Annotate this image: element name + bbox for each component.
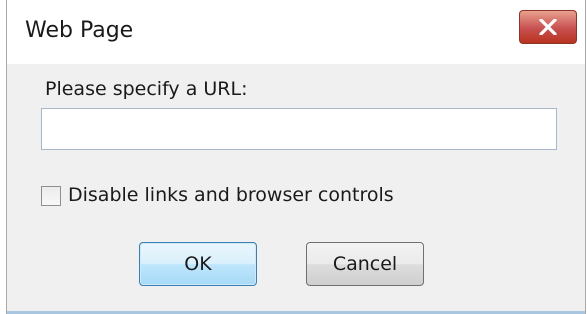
title-bar: Web Page xyxy=(7,0,585,64)
close-button[interactable] xyxy=(519,10,577,44)
close-x-icon xyxy=(539,19,557,35)
dialog-content: Please specify a URL: Disable links and … xyxy=(7,64,585,314)
dialog-title: Web Page xyxy=(25,18,134,43)
disable-links-label: Disable links and browser controls xyxy=(68,184,394,206)
ok-button[interactable]: OK xyxy=(139,242,257,286)
url-input[interactable] xyxy=(41,108,557,150)
web-page-dialog: Web Page Please specify a URL: Disable l… xyxy=(6,0,586,314)
disable-links-checkbox[interactable] xyxy=(41,186,61,206)
cancel-button[interactable]: Cancel xyxy=(306,242,424,286)
url-label: Please specify a URL: xyxy=(45,78,248,100)
